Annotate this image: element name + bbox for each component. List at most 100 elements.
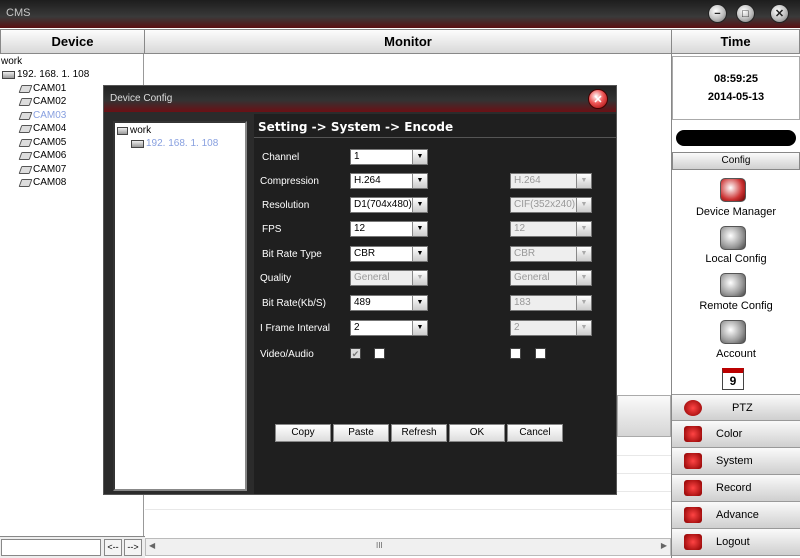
clock-box: 08:59:25 2014-05-13 bbox=[672, 56, 800, 120]
iframe-interval-select[interactable]: 2 ▼ bbox=[350, 320, 428, 336]
chevron-down-icon: ▼ bbox=[576, 296, 591, 310]
chevron-down-icon: ▼ bbox=[576, 271, 591, 285]
tree-camera-6[interactable]: CAM06 bbox=[18, 150, 66, 161]
tree-camera-2[interactable]: CAM02 bbox=[18, 96, 66, 107]
tree-root[interactable]: work bbox=[1, 56, 22, 67]
audio-checkbox[interactable] bbox=[374, 348, 385, 359]
cancel-button[interactable]: Cancel bbox=[507, 424, 563, 442]
copy-button[interactable]: Copy bbox=[275, 424, 331, 442]
chevron-down-icon: ▼ bbox=[412, 247, 427, 261]
chevron-down-icon: ▼ bbox=[576, 198, 591, 212]
bottom-bar: <-- --> bbox=[0, 536, 145, 558]
tree-camera-1[interactable]: CAM01 bbox=[18, 83, 66, 94]
extra-compression-select: H.264 ▼ bbox=[510, 173, 592, 189]
next-button[interactable]: --> bbox=[124, 539, 142, 556]
camera-icon bbox=[18, 84, 33, 93]
dialog-tree-root[interactable]: work bbox=[117, 125, 151, 136]
scroll-grip[interactable]: III bbox=[376, 541, 383, 550]
resolution-select[interactable]: D1(704x480) ▼ bbox=[350, 197, 428, 213]
color-button[interactable]: Color bbox=[672, 421, 800, 448]
camera-icon bbox=[18, 151, 33, 160]
dvr-icon bbox=[2, 70, 15, 79]
quality-label: Quality bbox=[260, 273, 292, 284]
system-button[interactable]: System bbox=[672, 448, 800, 475]
chevron-down-icon: ▼ bbox=[412, 150, 427, 164]
chevron-down-icon: ▼ bbox=[412, 296, 427, 310]
paste-button[interactable]: Paste bbox=[333, 424, 389, 442]
chevron-down-icon: ▼ bbox=[412, 321, 427, 335]
extra-bit-rate-type-select: CBR ▼ bbox=[510, 246, 592, 262]
breadcrumb: Setting -> System -> Encode bbox=[258, 120, 454, 134]
tree-camera-4[interactable]: CAM04 bbox=[18, 123, 66, 134]
video-audio-label: Video/Audio bbox=[260, 349, 314, 360]
calendar-icon[interactable]: 9 bbox=[722, 368, 744, 390]
restore-button[interactable]: □ bbox=[736, 4, 755, 23]
extra-quality-select: General ▼ bbox=[510, 270, 592, 286]
chevron-down-icon: ▼ bbox=[412, 174, 427, 188]
logout-button[interactable]: Logout bbox=[672, 529, 800, 556]
chevron-down-icon: ▼ bbox=[576, 247, 591, 261]
camera-icon bbox=[18, 138, 33, 147]
dialog-close-button[interactable]: ✕ bbox=[588, 89, 608, 109]
close-button[interactable]: ✕ bbox=[770, 4, 789, 23]
minimize-button[interactable]: − bbox=[708, 4, 727, 23]
tree-camera-8[interactable]: CAM08 bbox=[18, 177, 66, 188]
advance-icon bbox=[684, 507, 702, 523]
record-button[interactable]: Record bbox=[672, 475, 800, 502]
compression-select[interactable]: H.264 ▼ bbox=[350, 173, 428, 189]
refresh-button[interactable]: Refresh bbox=[391, 424, 447, 442]
camera-icon bbox=[18, 97, 33, 106]
scroll-right-arrow[interactable]: ▶ bbox=[661, 541, 667, 550]
horizontal-scrollbar[interactable]: ◀ III ▶ bbox=[145, 538, 671, 556]
advance-button[interactable]: Advance bbox=[672, 502, 800, 529]
fps-label: FPS bbox=[262, 224, 282, 235]
remote-config-label[interactable]: Remote Config bbox=[672, 300, 800, 312]
dvr-icon bbox=[131, 139, 144, 148]
bit-rate-select[interactable]: 489 ▼ bbox=[350, 295, 428, 311]
monitor-toolbar-strip bbox=[617, 395, 671, 437]
extra-video-checkbox[interactable] bbox=[510, 348, 521, 359]
dialog-titlebar[interactable] bbox=[104, 86, 616, 112]
dialog-tree-device[interactable]: 192. 168. 1. 108 bbox=[131, 138, 218, 149]
account-label[interactable]: Account bbox=[672, 348, 800, 360]
monitor-header: Monitor bbox=[144, 29, 672, 54]
bit-rate-type-label: Bit Rate Type bbox=[262, 249, 322, 260]
record-icon bbox=[684, 480, 702, 496]
bottom-input[interactable] bbox=[1, 539, 101, 556]
camera-icon bbox=[18, 178, 33, 187]
remote-config-icon[interactable] bbox=[720, 273, 746, 297]
local-config-icon[interactable] bbox=[720, 226, 746, 250]
fps-select[interactable]: 12 ▼ bbox=[350, 221, 428, 237]
ptz-icon bbox=[684, 399, 702, 416]
chevron-down-icon: ▼ bbox=[412, 271, 427, 285]
channel-select[interactable]: 1 ▼ bbox=[350, 149, 428, 165]
app-title: CMS bbox=[6, 7, 31, 19]
video-checkbox: ✔ bbox=[350, 348, 361, 359]
ok-button[interactable]: OK bbox=[449, 424, 505, 442]
tree-camera-7[interactable]: CAM07 bbox=[18, 164, 66, 175]
ptz-button[interactable]: PTZ bbox=[672, 394, 800, 421]
iframe-interval-label: I Frame Interval bbox=[260, 323, 331, 334]
camera-icon bbox=[18, 111, 33, 120]
tree-camera-5[interactable]: CAM05 bbox=[18, 137, 66, 148]
account-icon[interactable] bbox=[720, 320, 746, 344]
extra-iframe-interval-select: 2 ▼ bbox=[510, 320, 592, 336]
device-manager-icon[interactable] bbox=[720, 178, 746, 202]
list-row bbox=[145, 509, 671, 527]
device-manager-label[interactable]: Device Manager bbox=[672, 206, 800, 218]
bit-rate-type-select[interactable]: CBR ▼ bbox=[350, 246, 428, 262]
chevron-down-icon: ▼ bbox=[412, 198, 427, 212]
extra-fps-select: 12 ▼ bbox=[510, 221, 592, 237]
dialog-title: Device Config bbox=[110, 93, 173, 104]
scroll-left-arrow[interactable]: ◀ bbox=[149, 541, 155, 550]
config-tab[interactable]: Config bbox=[672, 152, 800, 170]
channel-label: Channel bbox=[262, 152, 300, 163]
prev-button[interactable]: <-- bbox=[104, 539, 122, 556]
status-bar bbox=[676, 130, 796, 146]
local-config-label[interactable]: Local Config bbox=[672, 253, 800, 265]
camera-icon bbox=[18, 165, 33, 174]
camera-icon bbox=[18, 124, 33, 133]
extra-audio-checkbox[interactable] bbox=[535, 348, 546, 359]
tree-device[interactable]: 192. 168. 1. 108 bbox=[2, 69, 89, 80]
tree-camera-3-selected[interactable]: CAM03 bbox=[18, 110, 66, 121]
